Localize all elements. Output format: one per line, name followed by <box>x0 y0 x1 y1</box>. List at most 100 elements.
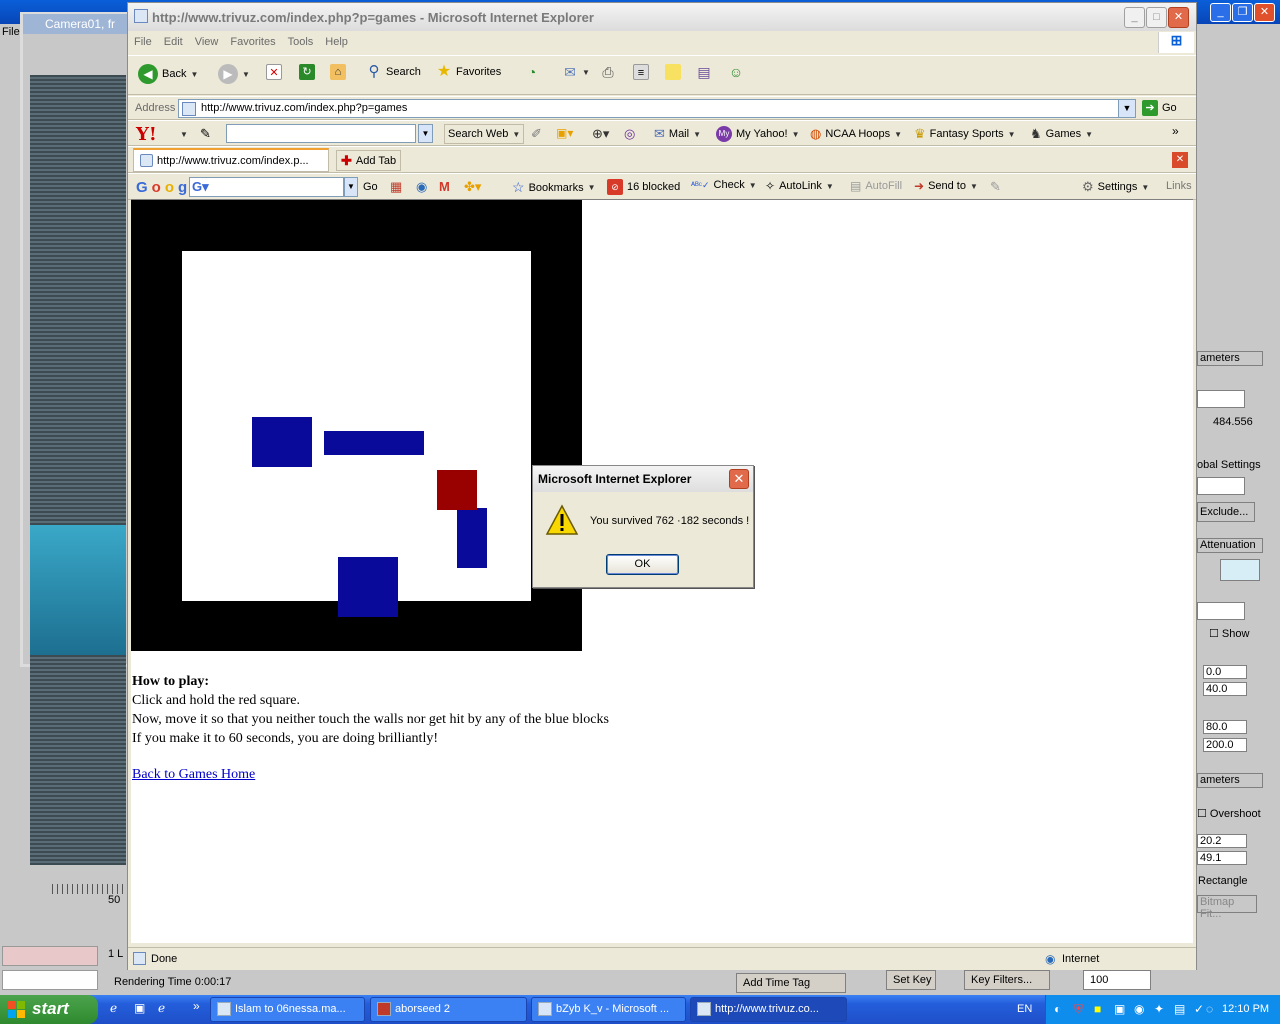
autofill-button[interactable]: ▤ AutoFill <box>850 179 902 193</box>
popup-blocker-button[interactable]: ⊘ 16 blocked <box>607 179 680 195</box>
menu-help[interactable]: Help <box>319 31 354 48</box>
back-button[interactable]: ◀ Back ▼ <box>138 64 198 84</box>
mail-link[interactable]: ✉ Mail ▼ <box>654 126 701 142</box>
tray-icon[interactable]: ✦ <box>1154 1002 1164 1016</box>
home-button[interactable]: ⌂ <box>330 64 346 80</box>
chevron-more-icon[interactable]: » <box>193 999 200 1013</box>
edit-button[interactable]: ≡ <box>633 64 649 80</box>
language-indicator[interactable]: EN <box>1017 1003 1032 1015</box>
ncaa-hoops-link[interactable]: ◍ NCAA Hoops ▼ <box>810 126 902 142</box>
desktop-quicklaunch-icon[interactable]: ▣ <box>134 1001 145 1015</box>
chevron-down-icon[interactable]: ▼ <box>1118 100 1135 117</box>
links-button[interactable]: Links <box>1166 180 1192 192</box>
network-icon[interactable]: ▤ <box>1174 1002 1185 1016</box>
browser-quicklaunch-icon[interactable]: ℯ <box>158 1001 165 1015</box>
google-go-button[interactable]: Go <box>363 181 378 193</box>
bitmap-fit-button[interactable]: Bitmap Fit... <box>1197 895 1257 920</box>
menu-view[interactable]: View <box>189 31 225 48</box>
mail-button[interactable]: ✉ ▼ <box>562 64 590 80</box>
dropdown-arrow-icon[interactable]: ▼ <box>180 130 188 139</box>
search-web-button[interactable]: Search Web ▼ <box>444 124 525 144</box>
tray-icon[interactable]: ✓ <box>1194 1002 1204 1016</box>
puzzle-icon[interactable]: ✤▾ <box>464 179 481 195</box>
bookmarks-button[interactable]: ☆ Bookmarks ▼ <box>512 179 596 196</box>
minimize-icon[interactable]: _ <box>1210 3 1231 22</box>
headphones-icon[interactable]: ◎ <box>624 126 635 142</box>
dropdown-a[interactable] <box>1197 390 1245 408</box>
bookmark-icon[interactable]: ▣▾ <box>556 126 573 140</box>
history-button[interactable]: ◔ <box>524 64 540 80</box>
spinner-a[interactable]: 0.0 <box>1203 665 1247 679</box>
parameters-rollout[interactable]: ameters <box>1197 351 1263 366</box>
autolink-button[interactable]: ✧ AutoLink ▼ <box>765 179 834 193</box>
research-button[interactable]: ▤ <box>696 64 712 80</box>
discuss-button[interactable] <box>665 64 681 80</box>
tray-icon[interactable]: ◉ <box>1134 1002 1144 1016</box>
maximize-icon[interactable]: □ <box>1146 7 1167 28</box>
restore-icon[interactable]: ❐ <box>1232 3 1253 22</box>
dropdown-c[interactable] <box>1197 602 1245 620</box>
close-icon[interactable]: ✕ <box>1254 3 1275 22</box>
add-tab-button[interactable]: ✚ Add Tab <box>336 150 402 171</box>
tab-active[interactable]: http://www.trivuz.com/index.p... <box>133 148 329 172</box>
ie-quicklaunch-icon[interactable]: ℯ <box>110 1001 117 1015</box>
messenger-button[interactable]: ☺ <box>728 64 744 80</box>
start-button[interactable]: start <box>0 995 98 1024</box>
maxscript-listener[interactable] <box>2 970 98 990</box>
google-search-input[interactable]: G▾ <box>189 177 344 197</box>
globe-icon[interactable]: ◉ <box>416 179 427 195</box>
menu-file[interactable]: File <box>128 31 158 48</box>
tray-icon[interactable]: ◐ <box>1054 1002 1061 1016</box>
globe-icon[interactable]: ⊕▾ <box>592 126 609 142</box>
taskbar-task[interactable]: bZyb K_v - Microsoft ... <box>531 997 686 1022</box>
send-to-button[interactable]: ➜ Send to ▼ <box>914 179 978 193</box>
chevron-down-icon[interactable]: ▼ <box>344 177 358 197</box>
address-input[interactable]: http://www.trivuz.com/index.php?p=games … <box>178 99 1136 118</box>
close-tab-icon[interactable]: ✕ <box>1172 152 1188 168</box>
rectangle-radio[interactable]: Rectangle <box>1198 875 1248 887</box>
ok-button[interactable]: OK <box>606 554 679 575</box>
shield-icon[interactable]: ⛨ <box>1074 1002 1083 1017</box>
chevron-more-icon[interactable]: » <box>1172 124 1179 138</box>
highlighter-icon[interactable]: ✎ <box>990 179 1001 195</box>
yahoo-logo[interactable]: Y! <box>136 124 157 145</box>
tray-icon[interactable]: ◌ <box>1206 1002 1213 1016</box>
highlight-icon[interactable]: ✐ <box>531 126 542 142</box>
forward-button[interactable]: ▶ ▼ <box>218 64 250 84</box>
exclude-button[interactable]: Exclude... <box>1197 502 1255 522</box>
attenuation-rollout[interactable]: Attenuation <box>1197 538 1263 553</box>
pencil-icon[interactable]: ✎ <box>200 126 211 142</box>
minimize-icon[interactable]: _ <box>1124 7 1145 28</box>
overshoot-checkbox[interactable]: ☐ Overshoot <box>1197 807 1261 820</box>
chevron-down-icon[interactable]: ▼ <box>418 124 433 143</box>
close-icon[interactable]: ✕ <box>729 469 749 489</box>
games-link[interactable]: ♞ Games ▼ <box>1030 126 1093 142</box>
tray-icon[interactable]: ▣ <box>1114 1002 1125 1016</box>
settings-button[interactable]: ⚙ Settings ▼ <box>1082 179 1149 195</box>
spell-check-button[interactable]: ᴬᴮᶜ✓ Check ▼ <box>691 179 757 191</box>
taskbar-task-active[interactable]: http://www.trivuz.co... <box>690 997 847 1022</box>
my-yahoo-link[interactable]: My My Yahoo! ▼ <box>716 126 800 142</box>
spinner-f[interactable]: 49.1 <box>1197 851 1247 865</box>
spinner-e[interactable]: 20.2 <box>1197 834 1247 848</box>
key-filters-button[interactable]: Key Filters... <box>964 970 1050 990</box>
taskbar-task[interactable]: aborseed 2 <box>370 997 527 1022</box>
yahoo-search-input[interactable] <box>226 124 416 143</box>
close-icon[interactable]: ✕ <box>1168 7 1189 28</box>
news-icon[interactable]: ▦ <box>390 179 402 195</box>
add-time-tag-button[interactable]: Add Time Tag <box>736 973 846 993</box>
go-button[interactable]: ➔ Go <box>1142 100 1177 116</box>
current-frame-field[interactable]: 100 <box>1083 970 1151 990</box>
tray-icon[interactable]: ■ <box>1094 1002 1101 1016</box>
print-button[interactable]: ⎙ <box>600 64 616 80</box>
set-key-button[interactable]: Set Key <box>886 970 936 990</box>
back-to-games-link[interactable]: Back to Games Home <box>132 767 255 783</box>
red-square[interactable] <box>437 470 477 510</box>
dropdown-b[interactable] <box>1197 477 1245 495</box>
spinner-b[interactable]: 40.0 <box>1203 682 1247 696</box>
spinner-c[interactable]: 80.0 <box>1203 720 1247 734</box>
parameters-rollout-2[interactable]: ameters <box>1197 773 1263 788</box>
menu-favorites[interactable]: Favorites <box>224 31 281 48</box>
favorites-button[interactable]: ★ Favorites <box>436 64 501 80</box>
show-checkbox[interactable]: ☐ Show <box>1209 627 1249 640</box>
